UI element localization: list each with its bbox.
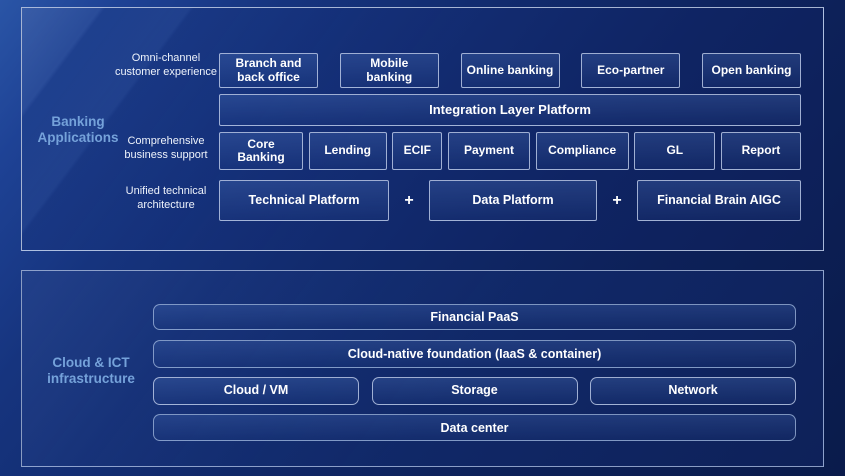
label-technical-architecture: Unified technical architecture <box>110 185 222 212</box>
business-support-row: Core Banking Lending ECIF Payment Compli… <box>219 132 801 170</box>
box-mobile-banking: Mobile banking <box>340 53 439 88</box>
architecture-diagram: Banking Applications Omni-channel custom… <box>0 0 845 476</box>
box-report: Report <box>721 132 801 170</box>
banking-applications-panel: Banking Applications Omni-channel custom… <box>21 7 824 251</box>
bar-integration-layer-platform: Integration Layer Platform <box>219 94 801 126</box>
box-payment: Payment <box>448 132 530 170</box>
box-core-banking: Core Banking <box>219 132 303 170</box>
box-gl: GL <box>634 132 715 170</box>
bar-cloud-native-foundation: Cloud-native foundation (IaaS & containe… <box>153 340 796 368</box>
box-data-platform: Data Platform <box>429 180 597 221</box>
box-financial-brain-aigc: Financial Brain AIGC <box>637 180 801 221</box>
box-lending: Lending <box>309 132 387 170</box>
cloud-ict-panel: Cloud & ICT infrastructure Financial Paa… <box>21 270 824 467</box>
bar-financial-paas: Financial PaaS <box>153 304 796 330</box>
plus-icon-1: + <box>404 193 413 209</box>
box-technical-platform: Technical Platform <box>219 180 389 221</box>
box-core-banking-label: Core Banking <box>233 138 289 165</box>
box-branch-back-office-label: Branch and back office <box>232 57 306 84</box>
box-cloud-vm: Cloud / VM <box>153 377 359 405</box>
box-compliance: Compliance <box>536 132 629 170</box>
bar-data-center: Data center <box>153 414 796 441</box>
box-mobile-banking-label: Mobile banking <box>361 57 417 84</box>
integration-layer-row: Integration Layer Platform <box>219 94 801 126</box>
infrastructure-row: Cloud / VM Storage Network <box>153 377 796 405</box>
box-network: Network <box>590 377 796 405</box>
box-online-banking: Online banking <box>461 53 560 88</box>
box-ecif: ECIF <box>392 132 442 170</box>
label-business-support: Comprehensive business support <box>110 135 222 162</box>
plus-icon-2: + <box>612 193 621 209</box>
cloud-ict-title: Cloud & ICT infrastructure <box>30 355 152 387</box>
box-open-banking: Open banking <box>702 53 801 88</box>
omni-channel-row: Branch and back office Mobile banking On… <box>219 53 801 88</box>
box-storage: Storage <box>372 377 578 405</box>
box-eco-partner: Eco-partner <box>581 53 680 88</box>
technical-architecture-row: Technical Platform + Data Platform + Fin… <box>219 180 801 221</box>
label-omni-channel: Omni-channel customer experience <box>110 52 222 79</box>
box-branch-back-office: Branch and back office <box>219 53 318 88</box>
